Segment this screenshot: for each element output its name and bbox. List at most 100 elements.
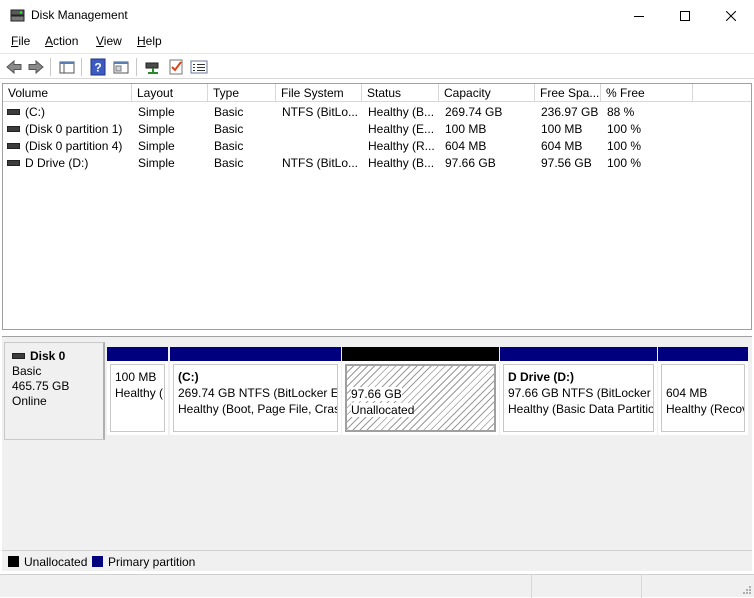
help-icon[interactable]: ? — [89, 58, 107, 76]
legend-label-unallocated: Unallocated — [24, 555, 88, 569]
show-hide-console-tree-icon[interactable] — [58, 58, 76, 76]
disk-graphical-view: Disk 0 Basic 465.75 GB Online 100 MB Hea… — [2, 336, 752, 550]
column-header-capacity[interactable]: Capacity — [439, 84, 535, 102]
table-row[interactable]: (C:) Simple Basic NTFS (BitLo... Healthy… — [3, 104, 751, 121]
toolbar: ? — [0, 53, 754, 79]
status-cell: Healthy (B... — [368, 156, 435, 170]
type-cell: Basic — [214, 139, 244, 153]
connect-drive-icon[interactable] — [144, 58, 162, 76]
partition-body: D Drive (D:) 97.66 GB NTFS (BitLocker En… — [503, 364, 654, 432]
volume-icon — [7, 125, 20, 132]
menu-file[interactable]: File — [11, 34, 30, 48]
partition-color-bar — [342, 347, 499, 361]
disk-info-panel[interactable]: Disk 0 Basic 465.75 GB Online — [4, 342, 105, 440]
legend: Unallocated Primary partition — [2, 550, 752, 571]
status-bar-divider — [641, 575, 642, 598]
volume-cell: (Disk 0 partition 4) — [7, 138, 132, 155]
free-space-cell: 236.97 GB — [541, 105, 599, 119]
partition-recovery[interactable]: 604 MB Healthy (Recovery Partition) — [658, 347, 748, 435]
partition-color-bar — [170, 347, 341, 361]
minimize-icon — [634, 15, 644, 17]
forward-icon[interactable] — [27, 58, 45, 76]
column-header-status[interactable]: Status — [362, 84, 439, 102]
percent-free-cell: 100 % — [607, 156, 642, 170]
partition-efi[interactable]: 100 MB Healthy (EFI System Partition) — [107, 347, 168, 435]
volume-icon — [7, 159, 20, 166]
disk-name: Disk 0 — [12, 349, 103, 364]
type-cell: Basic — [214, 105, 244, 119]
status-cell: Healthy (E... — [368, 122, 435, 136]
column-header-free-space[interactable]: Free Spa... — [535, 84, 601, 102]
volume-list: Volume Layout Type File System Status Ca… — [2, 83, 752, 330]
layout-cell: Simple — [138, 139, 175, 153]
toolbar-separator — [50, 58, 51, 76]
volume-cell: (C:) — [7, 104, 132, 121]
column-header-type[interactable]: Type — [208, 84, 276, 102]
status-cell: Healthy (R... — [368, 139, 435, 153]
column-header-volume[interactable]: Volume — [3, 84, 132, 102]
disk-management-icon — [10, 9, 25, 22]
maximize-button[interactable] — [662, 0, 708, 31]
status-bar-divider — [531, 575, 532, 598]
partition-body: 100 MB Healthy (EFI System Partition) — [110, 364, 165, 432]
layout-cell: Simple — [138, 156, 175, 170]
capacity-cell: 604 MB — [445, 139, 487, 153]
column-header-layout[interactable]: Layout — [132, 84, 208, 102]
capacity-cell: 97.66 GB — [445, 156, 496, 170]
disk-size: 465.75 GB — [12, 379, 70, 393]
maximize-icon — [680, 10, 690, 21]
partition-color-bar — [658, 347, 748, 361]
menu-action[interactable]: Action — [45, 34, 78, 48]
partition-d[interactable]: D Drive (D:) 97.66 GB NTFS (BitLocker En… — [500, 347, 657, 435]
column-header-filler — [693, 84, 751, 102]
minimize-button[interactable] — [616, 0, 662, 31]
volume-cell: D Drive (D:) — [7, 155, 132, 172]
capacity-cell: 269.74 GB — [445, 105, 503, 119]
resize-grip-icon[interactable] — [742, 585, 752, 595]
partition-color-bar — [500, 347, 657, 361]
free-space-cell: 100 MB — [541, 122, 583, 136]
capacity-cell: 100 MB — [445, 122, 487, 136]
window-title: Disk Management — [31, 8, 128, 22]
column-header-percent-free[interactable]: % Free — [601, 84, 693, 102]
partition-c[interactable]: (C:) 269.74 GB NTFS (BitLocker Encrypted… — [170, 347, 341, 435]
type-cell: Basic — [214, 156, 244, 170]
percent-free-cell: 100 % — [607, 122, 642, 136]
file-system-cell: NTFS (BitLo... — [282, 105, 359, 119]
close-icon — [726, 10, 736, 21]
list-view-icon[interactable] — [190, 58, 208, 76]
status-bar — [0, 574, 754, 598]
disk-state: Online — [12, 394, 47, 408]
svg-text:?: ? — [94, 61, 101, 75]
table-row[interactable]: D Drive (D:) Simple Basic NTFS (BitLo...… — [3, 155, 751, 172]
partition-color-bar — [107, 347, 168, 361]
partition-body: (C:) 269.74 GB NTFS (BitLocker Encrypted… — [173, 364, 338, 432]
table-row[interactable]: (Disk 0 partition 4) Simple Basic Health… — [3, 138, 751, 155]
free-space-cell: 97.56 GB — [541, 156, 592, 170]
disk-type: Basic — [12, 364, 42, 378]
legend-label-primary: Primary partition — [108, 555, 196, 569]
free-space-cell: 604 MB — [541, 139, 583, 153]
menu-bar: File Action View Help — [0, 31, 754, 53]
legend-swatch-unallocated — [8, 556, 19, 567]
check-icon[interactable] — [167, 58, 185, 76]
status-cell: Healthy (B... — [368, 105, 435, 119]
menu-help[interactable]: Help — [137, 34, 162, 48]
percent-free-cell: 100 % — [607, 139, 642, 153]
volume-icon — [7, 142, 20, 149]
partition-body: 604 MB Healthy (Recovery Partition) — [661, 364, 745, 432]
layout-cell: Simple — [138, 105, 175, 119]
disk-icon — [12, 352, 25, 359]
properties-icon[interactable] — [112, 58, 130, 76]
close-button[interactable] — [708, 0, 754, 31]
volume-cell: (Disk 0 partition 1) — [7, 121, 132, 138]
volume-icon — [7, 108, 20, 115]
menu-view[interactable]: View — [96, 34, 122, 48]
table-row[interactable]: (Disk 0 partition 1) Simple Basic Health… — [3, 121, 751, 138]
partition-unallocated[interactable]: 97.66 GB Unallocated — [342, 347, 499, 435]
back-icon[interactable] — [5, 58, 23, 76]
toolbar-separator — [136, 58, 137, 76]
layout-cell: Simple — [138, 122, 175, 136]
column-header-file-system[interactable]: File System — [276, 84, 362, 102]
legend-swatch-primary — [92, 556, 103, 567]
